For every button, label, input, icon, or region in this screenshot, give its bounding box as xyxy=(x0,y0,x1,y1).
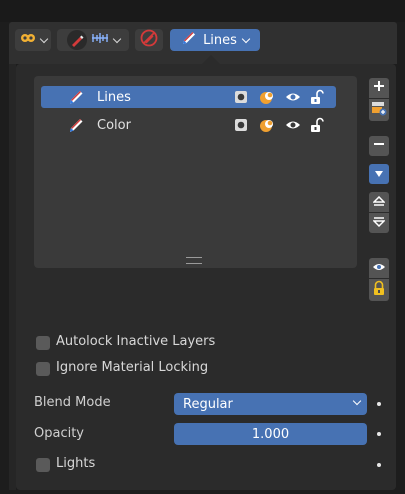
autolock-checkbox[interactable] xyxy=(36,336,50,350)
remove-icon xyxy=(373,138,385,154)
opacity-value: 1.000 xyxy=(251,426,290,442)
mask-icon[interactable] xyxy=(233,117,249,133)
move-up-icon xyxy=(372,195,386,210)
layer-specials-menu-button[interactable] xyxy=(369,164,389,184)
chevron-down-icon xyxy=(352,396,362,406)
isolate-visibility-button[interactable] xyxy=(369,258,389,278)
pencil-icon xyxy=(181,30,197,50)
pencil-icon xyxy=(67,88,85,106)
lock-icon[interactable] xyxy=(309,89,325,105)
remove-layer-button[interactable] xyxy=(369,136,389,156)
blend-mode-value: Regular xyxy=(183,396,233,412)
add-icon xyxy=(373,80,385,96)
keyframe-dot-icon[interactable] xyxy=(377,402,381,406)
lock-icon xyxy=(372,280,386,300)
pencil-icon xyxy=(67,116,85,134)
active-layer-label: Lines xyxy=(203,32,237,48)
move-layer-down-button[interactable] xyxy=(369,213,389,233)
chevron-down-icon xyxy=(241,34,251,43)
blend-mode-label: Blend Mode xyxy=(34,395,111,410)
guides-dropdown[interactable] xyxy=(57,29,129,51)
list-resize-grip[interactable] xyxy=(186,257,202,264)
onion-skin-icon[interactable] xyxy=(259,89,275,105)
isolate-lock-button[interactable] xyxy=(369,279,389,301)
ignore-material-locking-checkbox[interactable] xyxy=(36,362,50,376)
window-top-strip xyxy=(0,0,405,22)
opacity-label: Opacity xyxy=(34,426,85,441)
autolock-label[interactable]: Autolock Inactive Layers xyxy=(56,334,215,349)
eye-icon[interactable] xyxy=(285,89,301,105)
panel-left-edge xyxy=(9,64,16,490)
move-layer-up-button[interactable] xyxy=(369,192,389,212)
lights-label[interactable]: Lights xyxy=(56,456,95,471)
eye-icon[interactable] xyxy=(285,117,301,133)
add-layer-button[interactable] xyxy=(369,78,389,98)
onion-skin-icon[interactable] xyxy=(259,117,275,133)
gpencil-disabled-icon xyxy=(140,29,158,51)
add-layer-special-button[interactable] xyxy=(369,99,389,121)
move-down-icon xyxy=(372,216,386,231)
layer-row-color[interactable]: Color xyxy=(41,114,336,136)
lights-checkbox[interactable] xyxy=(36,458,50,472)
gpencil-toggle-button[interactable] xyxy=(135,29,163,51)
opacity-slider[interactable]: 1.000 xyxy=(174,423,367,445)
ruler-icon xyxy=(91,32,109,48)
add-layer-icon xyxy=(371,100,387,120)
overlay-dropdown[interactable] xyxy=(15,29,51,51)
popover-pointer xyxy=(202,55,220,64)
layer-row-lines[interactable]: Lines xyxy=(41,86,336,108)
chevron-down-icon xyxy=(39,34,48,43)
lock-icon[interactable] xyxy=(309,117,325,133)
ignore-material-locking-label[interactable]: Ignore Material Locking xyxy=(56,360,208,375)
chevron-down-icon xyxy=(112,34,121,43)
gpencil-edit-icon xyxy=(66,30,87,50)
keyframe-dot-icon[interactable] xyxy=(377,463,381,467)
keyframe-dot-icon[interactable] xyxy=(377,432,381,436)
mask-icon[interactable] xyxy=(233,89,249,105)
blend-mode-dropdown[interactable]: Regular xyxy=(174,393,367,415)
menu-down-icon xyxy=(374,167,384,182)
active-layer-dropdown[interactable]: Lines xyxy=(170,29,260,51)
layer-name[interactable]: Lines xyxy=(97,90,131,105)
overlay-icon xyxy=(20,32,36,48)
eye-icon xyxy=(372,261,386,276)
layer-name[interactable]: Color xyxy=(97,118,131,133)
